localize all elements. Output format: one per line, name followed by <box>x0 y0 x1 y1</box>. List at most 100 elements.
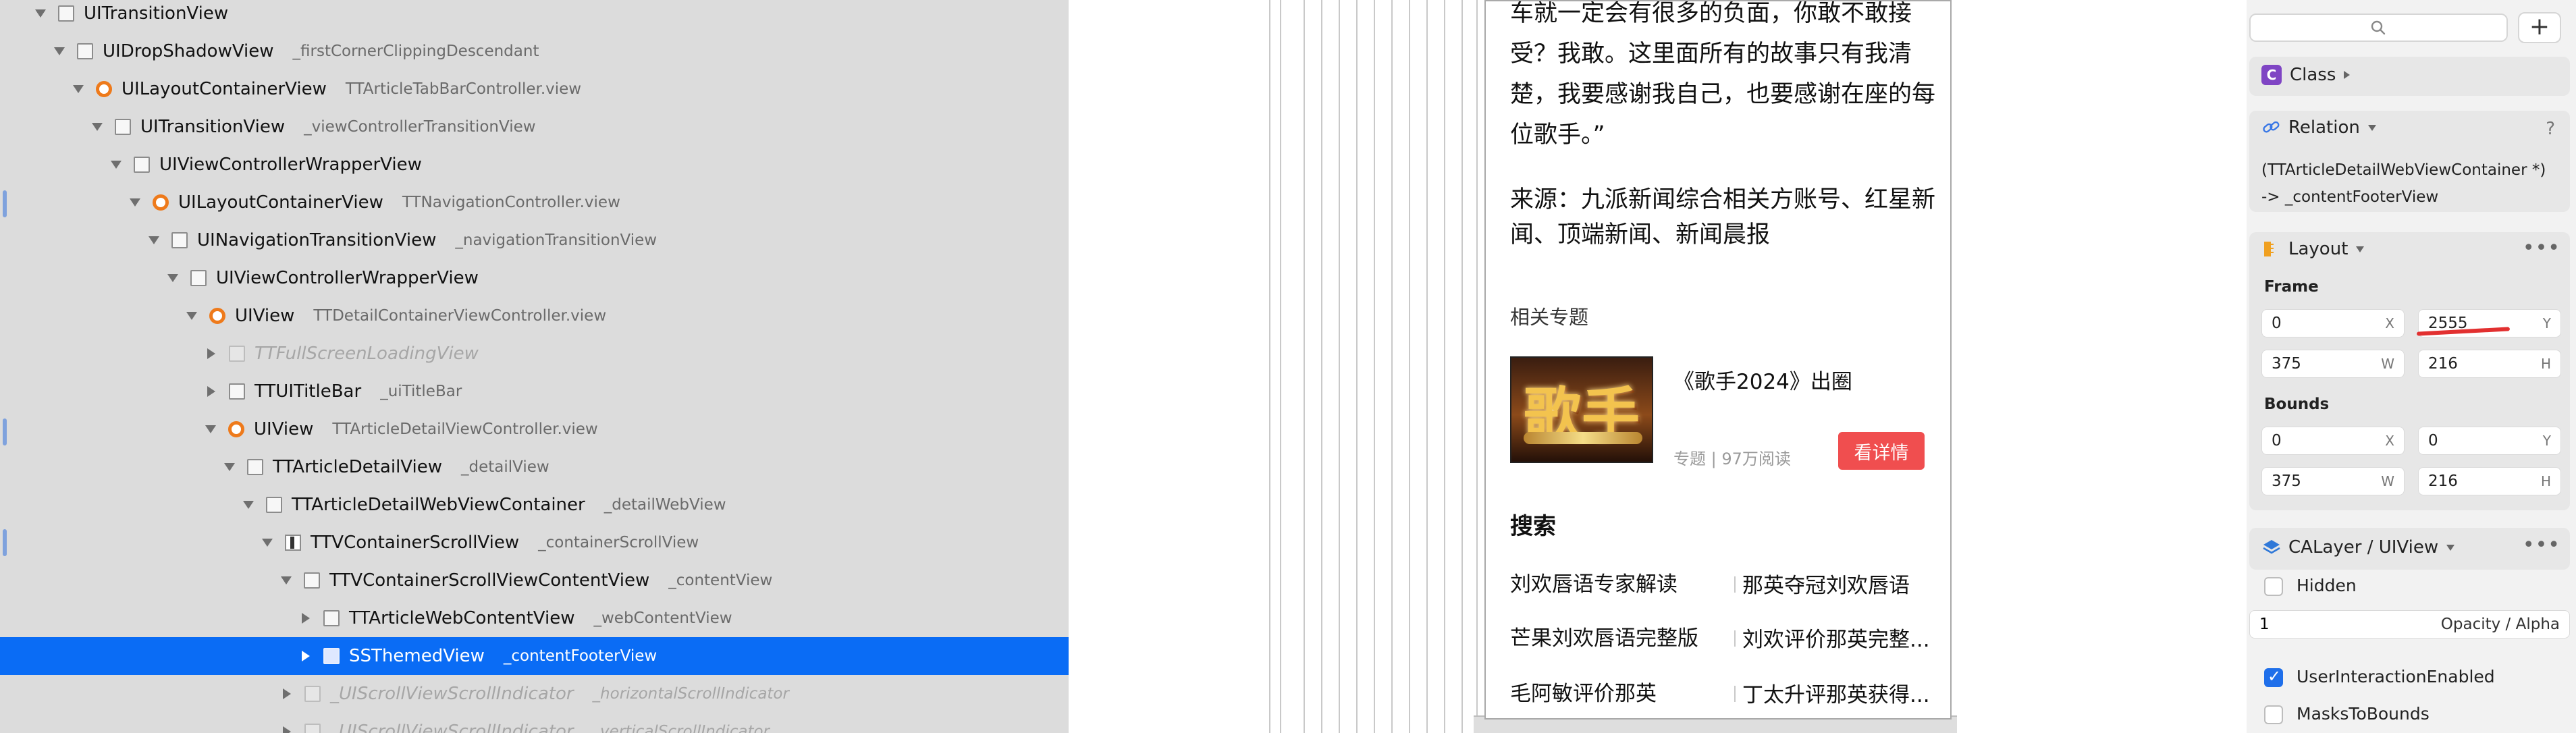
more-options-icon[interactable]: ••• <box>2523 236 2560 260</box>
view-detail-button[interactable]: 看详情 <box>1838 432 1925 470</box>
tree-row-class: UIViewControllerWrapperView <box>159 155 422 175</box>
disclosure-expanded-icon[interactable] <box>243 501 254 509</box>
disclosure-expanded-icon[interactable] <box>54 47 65 55</box>
tree-row[interactable]: TTUITitleBar _uiTitleBar <box>0 373 1069 410</box>
field-value: 375 <box>2272 472 2301 490</box>
view-canvas[interactable]: 车就一定会有很多的负面，你敢不敢接 受？我敢。这里面所有的故事只有我清 楚，我要… <box>1069 0 2247 733</box>
tree-row[interactable]: UILayoutContainerView TTNavigationContro… <box>0 184 1069 221</box>
relation-header[interactable]: Relation <box>2261 117 2376 138</box>
bounds-w-field[interactable]: 375 W <box>2261 467 2405 495</box>
topic-thumbnail[interactable]: 歌手 <box>1510 356 1653 463</box>
frame-h-field[interactable]: 216 H <box>2418 350 2561 378</box>
disclosure-expanded-icon[interactable] <box>262 539 273 547</box>
chevron-right-icon <box>2344 71 2351 79</box>
view-hierarchy-tree[interactable]: UITransitionView UIDropShadowView _first… <box>0 0 1069 733</box>
rendered-view-preview[interactable]: 车就一定会有很多的负面，你敢不敢接 受？我敢。这里面所有的故事只有我清 楚，我要… <box>1484 0 1952 720</box>
view-icon <box>323 610 340 626</box>
disclosure-expanded-icon[interactable] <box>130 198 140 207</box>
tree-row[interactable]: TTFullScreenLoadingView <box>0 335 1069 373</box>
disclosure-expanded-icon[interactable] <box>281 576 292 585</box>
tree-row[interactable]: UITransitionView <box>0 0 1069 32</box>
tree-row[interactable]: _UIScrollViewScrollIndicator _verticalSc… <box>0 713 1069 733</box>
disclosure-expanded-icon[interactable] <box>149 236 159 244</box>
disclosure-expanded-icon[interactable] <box>186 312 197 320</box>
tree-row[interactable]: TTArticleWebContentView _webContentView <box>0 599 1069 637</box>
add-button[interactable]: + <box>2518 12 2561 43</box>
disclosure-collapsed-icon[interactable] <box>283 726 291 733</box>
view-icon <box>171 232 188 248</box>
layer-edge <box>1476 0 1478 733</box>
disclosure-collapsed-icon[interactable] <box>207 348 215 359</box>
search-suggestion[interactable]: 毛阿敏评价那英 <box>1510 676 1657 707</box>
tree-row-class: _UIScrollViewScrollIndicator <box>330 684 574 704</box>
tree-row[interactable]: UIViewControllerWrapperView <box>0 146 1069 184</box>
class-section[interactable]: C Class <box>2249 57 2570 96</box>
opacity-field[interactable]: 1 Opacity / Alpha <box>2249 610 2570 639</box>
tree-row[interactable]: _UIScrollViewScrollIndicator _horizontal… <box>0 675 1069 713</box>
tree-row-property: _detailView <box>461 458 549 476</box>
bounds-y-field[interactable]: 0 Y <box>2418 427 2561 455</box>
article-source: 来源：九派新闻综合相关方账号、红星新 闻、顶端新闻、新闻晨报 <box>1510 182 1935 252</box>
tree-row[interactable]: UIView TTDetailContainerViewController.v… <box>0 297 1069 335</box>
search-suggestion[interactable]: 刘欢评价那英完整... <box>1742 622 1930 653</box>
masks-to-bounds-checkbox[interactable] <box>2264 705 2283 724</box>
help-icon[interactable]: ? <box>2546 119 2555 139</box>
tree-row-class: TTVContainerScrollViewContentView <box>329 570 650 591</box>
disclosure-expanded-icon[interactable] <box>205 425 216 433</box>
article-line: 楚，我要感谢我自己，也要感谢在座的每 <box>1510 81 1936 108</box>
disclosure-expanded-icon[interactable] <box>92 123 103 131</box>
disclosure-collapsed-icon[interactable] <box>283 688 291 699</box>
tree-row-selected[interactable]: SSThemedView _contentFooterView <box>0 637 1069 675</box>
view-icon <box>190 270 207 286</box>
layer-edge <box>1280 0 1281 733</box>
field-value: 216 <box>2428 472 2458 490</box>
frame-x-field[interactable]: 0 X <box>2261 309 2405 337</box>
hidden-checkbox[interactable] <box>2264 577 2283 596</box>
user-interaction-checkbox[interactable] <box>2264 667 2283 687</box>
layer-edge <box>1339 0 1340 733</box>
layout-header[interactable]: Layout <box>2261 239 2365 259</box>
disclosure-expanded-icon[interactable] <box>111 161 122 169</box>
disclosure-expanded-icon[interactable] <box>167 274 178 282</box>
class-header[interactable]: C Class <box>2261 65 2351 85</box>
tree-row-property: _verticalScrollIndicator <box>592 723 770 733</box>
tree-row-property: _uiTitleBar <box>380 383 462 400</box>
tree-row[interactable]: UILayoutContainerView TTArticleTabBarCon… <box>0 70 1069 108</box>
tree-row[interactable]: TTVContainerScrollView _containerScrollV… <box>0 524 1069 562</box>
calayer-header[interactable]: CALayer / UIView <box>2261 537 2455 558</box>
bounds-h-field[interactable]: 216 H <box>2418 467 2561 495</box>
tree-row[interactable]: TTArticleDetailWebViewContainer _detailW… <box>0 486 1069 524</box>
chevron-down-icon <box>2367 124 2376 131</box>
more-options-icon[interactable]: ••• <box>2523 533 2560 557</box>
tree-row[interactable]: UIView TTArticleDetailViewController.vie… <box>0 410 1069 448</box>
search-suggestion[interactable]: 刘欢唇语专家解读 <box>1510 567 1678 597</box>
article-paragraph: 车就一定会有很多的负面，你敢不敢接 受？我敢。这里面所有的故事只有我清 楚，我要… <box>1510 1 1936 155</box>
disclosure-expanded-icon[interactable] <box>224 463 235 471</box>
tree-row[interactable]: UIViewControllerWrapperView <box>0 259 1069 297</box>
view-icon <box>134 157 150 173</box>
suggestion-divider <box>1734 576 1736 593</box>
disclosure-expanded-icon[interactable] <box>73 85 84 93</box>
search-suggestion[interactable]: 丁太升评那英获得... <box>1742 678 1930 708</box>
tree-row[interactable]: UITransitionView _viewControllerTransiti… <box>0 108 1069 146</box>
inspector-search-field[interactable] <box>2249 13 2508 42</box>
tree-row[interactable]: TTArticleDetailView _detailView <box>0 448 1069 486</box>
search-suggestion[interactable]: 芒果刘欢唇语完整版 <box>1510 621 1698 651</box>
topic-title[interactable]: 《歌手2024》出圈 <box>1673 364 1852 395</box>
search-suggestion[interactable]: 那英夺冠刘欢唇语 <box>1742 568 1910 599</box>
view-controller-icon <box>96 81 112 97</box>
bounds-label: Bounds <box>2264 396 2330 413</box>
tree-row[interactable]: UIDropShadowView _firstCornerClippingDes… <box>0 32 1069 70</box>
chevron-down-icon <box>2446 544 2455 551</box>
tree-row[interactable]: UINavigationTransitionView _navigationTr… <box>0 221 1069 259</box>
bounds-x-field[interactable]: 0 X <box>2261 427 2405 455</box>
disclosure-collapsed-icon[interactable] <box>207 386 215 397</box>
frame-w-field[interactable]: 375 W <box>2261 350 2405 378</box>
disclosure-collapsed-icon[interactable] <box>302 613 310 624</box>
disclosure-expanded-icon[interactable] <box>35 9 46 18</box>
disclosure-collapsed-icon[interactable] <box>302 651 310 661</box>
class-badge-icon: C <box>2261 65 2282 85</box>
tree-row-class: UITransitionView <box>84 3 229 24</box>
magnifier-icon <box>2371 20 2386 35</box>
tree-row[interactable]: TTVContainerScrollViewContentView _conte… <box>0 562 1069 599</box>
